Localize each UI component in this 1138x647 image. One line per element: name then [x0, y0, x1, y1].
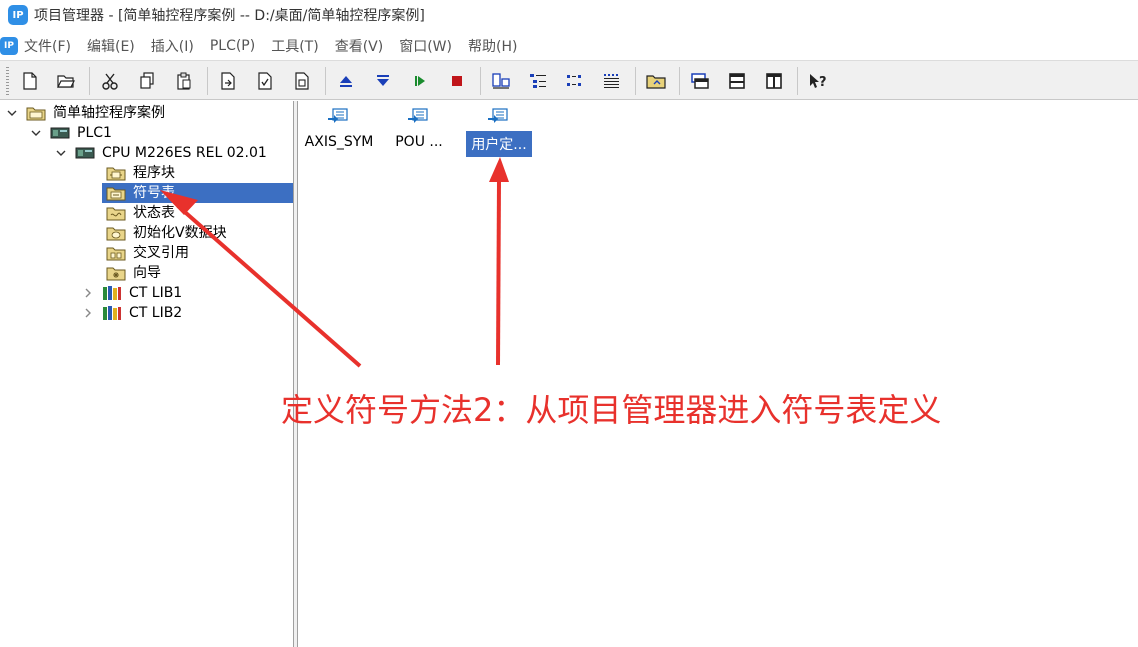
- menu-tools[interactable]: 工具(T): [271, 36, 318, 56]
- title-bar: IP 项目管理器 - [简单轴控程序案例 -- D:/桌面/简单轴控程序案例]: [0, 0, 1138, 30]
- content-item-label: POU ...: [395, 134, 443, 150]
- app-logo-icon: IP: [8, 5, 28, 25]
- tree-cpu-label: CPU M226ES REL 02.01: [102, 145, 267, 161]
- tree-child-label: 状态表: [133, 205, 175, 221]
- toolbar-separator: [207, 67, 208, 95]
- menu-file[interactable]: 文件(F): [24, 36, 71, 56]
- toolbar-separator: [325, 67, 326, 95]
- project-folder-icon: [26, 105, 46, 121]
- import-icon[interactable]: [215, 68, 241, 94]
- detail-view-icon[interactable]: [562, 68, 588, 94]
- content-item-label: AXIS_SYM: [304, 134, 374, 150]
- tree-plc-label: PLC1: [77, 125, 112, 141]
- tree-node-cross-reference[interactable]: 交叉引用: [106, 243, 191, 263]
- project-manager-window: IP 项目管理器 - [简单轴控程序案例 -- D:/桌面/简单轴控程序案例] …: [0, 0, 1138, 647]
- menu-insert[interactable]: 插入(I): [151, 36, 194, 56]
- check-icon[interactable]: [252, 68, 278, 94]
- tree-node-status-table[interactable]: 状态表: [106, 203, 177, 223]
- content-item-label: 用户定...: [466, 131, 532, 157]
- chevron-down-icon[interactable]: [30, 127, 42, 139]
- chevron-right-icon[interactable]: [82, 287, 94, 299]
- grid-view-icon[interactable]: [599, 68, 625, 94]
- tree-root-label: 简单轴控程序案例: [53, 105, 165, 121]
- compile-icon[interactable]: [289, 68, 315, 94]
- tree-node-plc1[interactable]: PLC1: [30, 123, 114, 143]
- content-item-pou[interactable]: POU ...: [383, 107, 455, 153]
- tree-node-program-block[interactable]: 程序块: [106, 163, 177, 183]
- toolbar-separator: [679, 67, 680, 95]
- menu-plc[interactable]: PLC(P): [210, 38, 255, 54]
- menu-bar: IP 文件(F) 编辑(E) 插入(I) PLC(P) 工具(T) 查看(V) …: [0, 34, 1138, 58]
- windows-icon[interactable]: [687, 68, 713, 94]
- tree-node-symbol-table[interactable]: 符号表: [102, 183, 293, 203]
- toolbar-separator: [480, 67, 481, 95]
- app-menu-icon[interactable]: IP: [0, 37, 18, 55]
- new-folder-icon[interactable]: [643, 68, 669, 94]
- symbol-table-icon: [408, 108, 428, 123]
- program-block-folder-icon: [106, 165, 126, 181]
- pane-splitter[interactable]: [294, 101, 298, 647]
- cross-reference-folder-icon: [106, 245, 126, 261]
- toolbar-grip[interactable]: [6, 67, 9, 95]
- tree-node-wizard[interactable]: 向导: [106, 263, 163, 283]
- content-item-axis-sym[interactable]: AXIS_SYM: [302, 107, 376, 153]
- toolbar-separator: [89, 67, 90, 95]
- tree-node-ct-lib1[interactable]: CT LIB1: [82, 283, 184, 303]
- download-icon[interactable]: [370, 68, 396, 94]
- symbol-table-icon: [488, 108, 508, 123]
- tree-node-v-data-block[interactable]: 初始化V数据块: [106, 223, 229, 243]
- toolbar-separator: [797, 67, 798, 95]
- tree-node-cpu[interactable]: CPU M226ES REL 02.01: [55, 143, 269, 163]
- chevron-down-icon[interactable]: [55, 147, 67, 159]
- tree-lib-label: CT LIB1: [129, 285, 183, 301]
- tree-child-label: 交叉引用: [133, 245, 189, 261]
- online-icon[interactable]: [488, 68, 514, 94]
- open-folder-icon[interactable]: [53, 68, 79, 94]
- new-file-icon[interactable]: [17, 68, 43, 94]
- menu-help[interactable]: 帮助(H): [468, 36, 517, 56]
- list-view-icon[interactable]: [525, 68, 551, 94]
- window-title: 项目管理器 - [简单轴控程序案例 -- D:/桌面/简单轴控程序案例]: [34, 8, 425, 24]
- stop-icon[interactable]: [444, 68, 470, 94]
- tree-lib-label: CT LIB2: [129, 305, 183, 321]
- symbol-table-icon: [328, 108, 348, 123]
- paste-icon[interactable]: [171, 68, 197, 94]
- symbol-table-folder-icon: [106, 185, 126, 201]
- toolbar-separator: [635, 67, 636, 95]
- run-icon[interactable]: [407, 68, 433, 94]
- content-item-user-defined[interactable]: 用户定...: [463, 107, 535, 157]
- cut-icon[interactable]: [97, 68, 123, 94]
- plc-device-icon: [50, 125, 70, 141]
- cpu-module-icon: [75, 145, 95, 161]
- tree-child-label: 向导: [133, 265, 161, 281]
- tree-child-label: 符号表: [133, 185, 175, 201]
- status-table-folder-icon: [106, 205, 126, 221]
- annotation-caption: 定义符号方法2：从项目管理器进入符号表定义: [281, 391, 942, 429]
- toolbar: ?: [0, 60, 1138, 100]
- tree-child-label: 程序块: [133, 165, 175, 181]
- chevron-right-icon[interactable]: [82, 307, 94, 319]
- library-icon: [102, 305, 122, 321]
- menu-window[interactable]: 窗口(W): [399, 36, 452, 56]
- content-pane: AXIS_SYM POU ... 用户定...: [299, 101, 1138, 647]
- svg-text:?: ?: [819, 75, 827, 90]
- chevron-down-icon[interactable]: [6, 107, 18, 119]
- copy-icon[interactable]: [134, 68, 160, 94]
- project-tree: 简单轴控程序案例 PLC1 CPU M226ES REL 02.01 程序块 符…: [0, 101, 294, 647]
- tree-root-node[interactable]: 简单轴控程序案例: [6, 103, 167, 123]
- data-block-folder-icon: [106, 225, 126, 241]
- menu-edit[interactable]: 编辑(E): [87, 36, 135, 56]
- tree-child-label: 初始化V数据块: [133, 225, 227, 241]
- split-vertical-icon[interactable]: [761, 68, 787, 94]
- tree-node-ct-lib2[interactable]: CT LIB2: [82, 303, 184, 323]
- help-icon[interactable]: ?: [805, 68, 831, 94]
- library-icon: [102, 285, 122, 301]
- upload-icon[interactable]: [333, 68, 359, 94]
- menu-view[interactable]: 查看(V): [335, 36, 384, 56]
- split-horizontal-icon[interactable]: [724, 68, 750, 94]
- wizard-folder-icon: [106, 265, 126, 281]
